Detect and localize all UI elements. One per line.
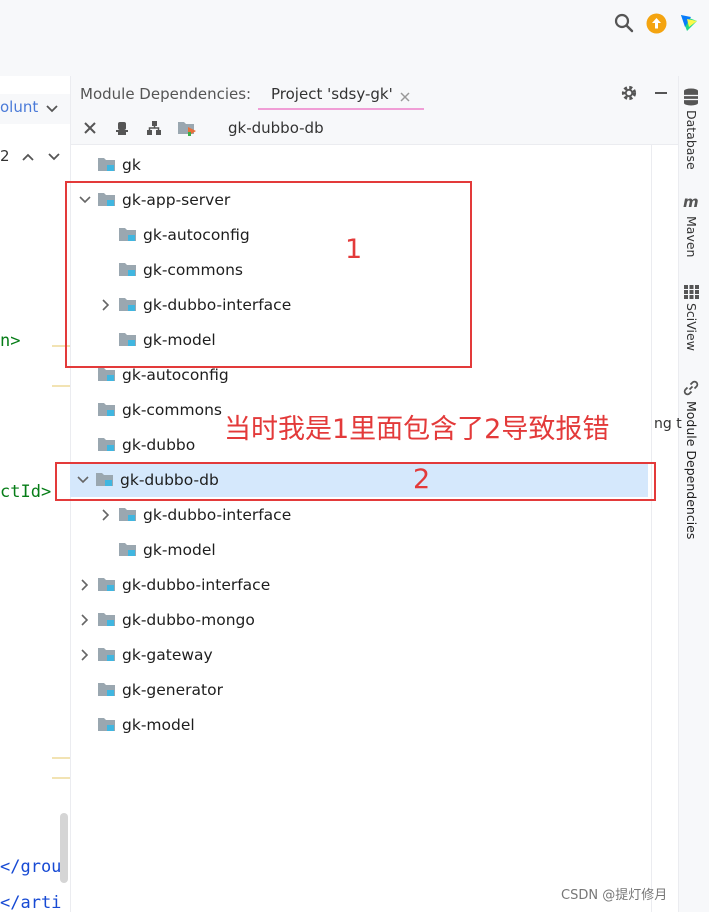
annotation-box-2 bbox=[55, 462, 656, 501]
tool-window-title: Module Dependencies: bbox=[80, 85, 252, 103]
close-icon[interactable] bbox=[79, 117, 101, 139]
divider bbox=[651, 144, 652, 912]
chevron-right-icon[interactable] bbox=[99, 508, 113, 522]
chevron-down-icon[interactable] bbox=[45, 101, 59, 120]
sciview-icon[interactable] bbox=[684, 284, 699, 303]
maven-tab[interactable]: Maven bbox=[684, 216, 699, 257]
code-line: ctId> bbox=[0, 482, 52, 502]
search-icon[interactable] bbox=[613, 12, 635, 34]
database-tab[interactable]: Database bbox=[684, 110, 699, 170]
next-match-icon[interactable] bbox=[47, 149, 61, 168]
close-tab-icon[interactable] bbox=[399, 88, 411, 107]
chevron-right-icon[interactable] bbox=[78, 578, 92, 592]
module-folder-icon bbox=[98, 402, 116, 417]
tree-row-label: gk-gateway bbox=[122, 645, 213, 664]
search-match-counter: 2 bbox=[0, 147, 10, 165]
code-line: </grou bbox=[0, 857, 62, 877]
tree-row-label: gk-commons bbox=[122, 400, 222, 419]
module-folder-icon bbox=[119, 542, 137, 557]
tree-row-label: gk bbox=[122, 155, 141, 174]
module-folder-icon bbox=[98, 157, 116, 172]
previous-match-icon[interactable] bbox=[21, 149, 35, 168]
module-settings-icon[interactable] bbox=[176, 117, 198, 139]
chevron-right-icon[interactable] bbox=[78, 648, 92, 662]
code-line: </arti bbox=[0, 893, 62, 913]
module-folder-icon bbox=[98, 367, 116, 382]
change-marker bbox=[52, 385, 70, 387]
gear-icon[interactable] bbox=[618, 82, 640, 104]
database-icon[interactable] bbox=[683, 88, 699, 110]
link-icon[interactable] bbox=[683, 380, 699, 400]
pin-icon[interactable] bbox=[111, 117, 133, 139]
watermark: CSDN @提灯修月 bbox=[561, 888, 668, 903]
minimize-icon[interactable] bbox=[650, 82, 672, 104]
annotation-note: 当时我是1里面包含了2导致报错 bbox=[224, 414, 610, 445]
tab-project-label: Project 'sdsy-gk' bbox=[271, 85, 393, 103]
chevron-right-icon[interactable] bbox=[78, 613, 92, 627]
tree-row-label: gk-dubbo-interface bbox=[143, 505, 292, 524]
change-marker bbox=[52, 777, 70, 779]
editor-scrollbar[interactable] bbox=[60, 813, 68, 883]
tree-row[interactable]: gk bbox=[72, 147, 642, 182]
jetbrains-logo-icon[interactable] bbox=[678, 12, 700, 34]
tree-row-label: gk-dubbo-mongo bbox=[122, 610, 255, 629]
tree-row[interactable]: gk-model bbox=[72, 532, 642, 567]
module-folder-icon bbox=[98, 682, 116, 697]
module-folder-icon bbox=[98, 577, 116, 592]
tree-row-label: gk-generator bbox=[122, 680, 223, 699]
module-folder-icon bbox=[98, 612, 116, 627]
update-icon[interactable] bbox=[645, 12, 667, 34]
module-dependencies-tab[interactable]: Module Dependencies bbox=[684, 401, 699, 539]
hierarchy-icon[interactable] bbox=[143, 117, 165, 139]
change-marker bbox=[52, 757, 70, 759]
tree-row[interactable]: gk-dubbo-interface bbox=[72, 497, 642, 532]
tree-row[interactable]: gk-dubbo-mongo bbox=[72, 602, 642, 637]
maven-icon[interactable]: m bbox=[683, 193, 699, 211]
tree-row[interactable]: gk-gateway bbox=[72, 637, 642, 672]
annotation-label-1: 1 bbox=[345, 234, 363, 265]
tree-row[interactable]: gk-generator bbox=[72, 672, 642, 707]
truncated-text: ng t bbox=[654, 416, 682, 432]
sciview-tab[interactable]: SciView bbox=[684, 303, 699, 351]
module-folder-icon bbox=[119, 507, 137, 522]
tree-row-label: gk-dubbo bbox=[122, 435, 196, 454]
tree-row[interactable]: gk-dubbo-interface bbox=[72, 567, 642, 602]
tree-row-label: gk-model bbox=[122, 715, 195, 734]
tree-row-label: gk-dubbo-interface bbox=[122, 575, 271, 594]
tree-row[interactable]: gk-model bbox=[72, 707, 642, 742]
module-folder-icon bbox=[98, 717, 116, 732]
tree-row-label: gk-autoconfig bbox=[122, 365, 229, 384]
tab-project[interactable]: Project 'sdsy-gk' bbox=[258, 81, 424, 110]
annotation-box-1 bbox=[65, 181, 472, 368]
title-bar bbox=[0, 0, 709, 76]
tree-row-label: gk-model bbox=[143, 540, 216, 559]
code-line: n> bbox=[0, 331, 21, 351]
module-folder-icon bbox=[98, 437, 116, 452]
annotation-label-2: 2 bbox=[413, 464, 431, 495]
module-folder-icon bbox=[98, 647, 116, 662]
selected-module-label: gk-dubbo-db bbox=[228, 119, 324, 137]
editor-header-fragment: olunt bbox=[0, 98, 39, 116]
